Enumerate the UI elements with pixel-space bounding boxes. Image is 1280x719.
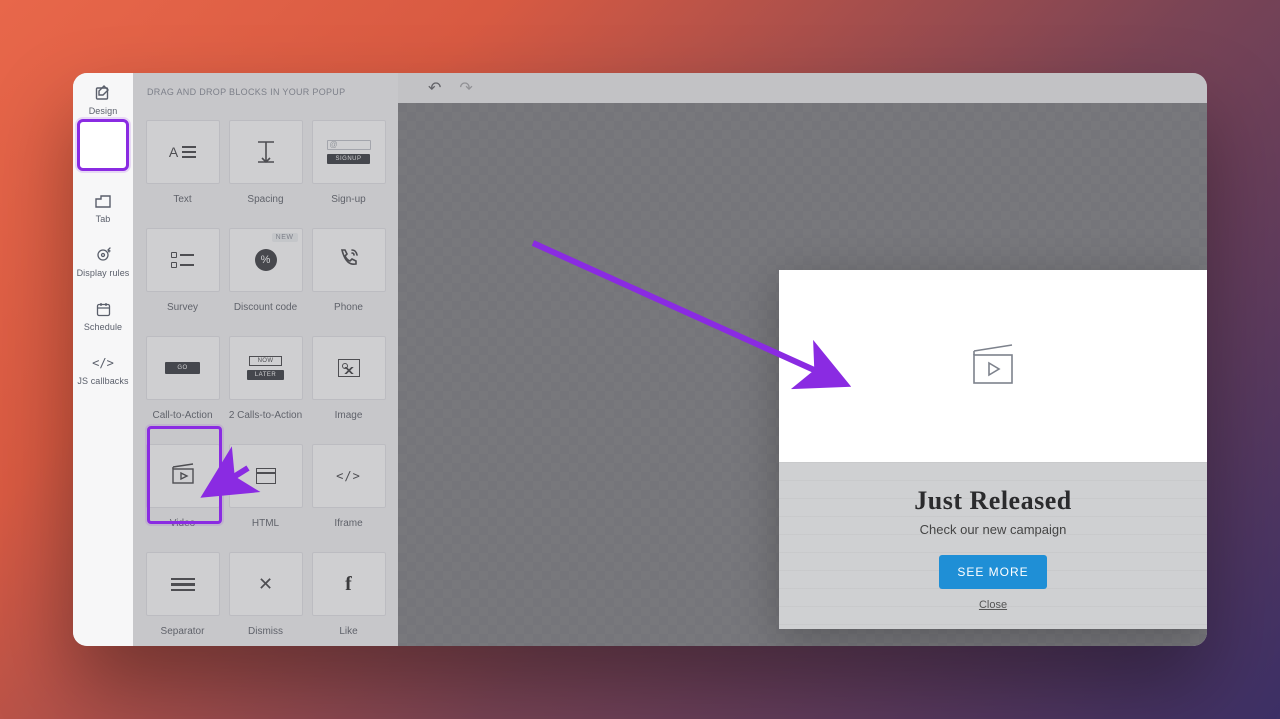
rail-label: Design (89, 106, 118, 116)
rail-label: Blocks (89, 160, 116, 170)
block-dismiss[interactable]: ✕ Dismiss (226, 539, 305, 643)
spacing-icon (256, 140, 276, 164)
block-cta[interactable]: GO Call-to-Action (143, 323, 222, 427)
signup-icon: SIGNUP (327, 140, 371, 164)
popup-heading: Just Released (799, 486, 1187, 516)
block-spacing[interactable]: Spacing (226, 107, 305, 211)
rail-js-callbacks[interactable]: </> JS callbacks (73, 343, 133, 397)
calendar-icon (94, 300, 112, 318)
target-icon (94, 246, 112, 264)
block-label: Video (170, 518, 195, 529)
blocks-grid: A Text Spacing SIGNUP Sign-up (143, 107, 388, 643)
block-text[interactable]: A Text (143, 107, 222, 211)
block-video[interactable]: Video (143, 431, 222, 535)
block-survey[interactable]: Survey (143, 215, 222, 319)
separator-icon (171, 578, 195, 591)
block-label: Sign-up (331, 194, 365, 205)
block-separator[interactable]: Separator (143, 539, 222, 643)
block-label: Text (173, 194, 191, 205)
block-label: Separator (161, 626, 205, 637)
pencil-square-icon (94, 84, 112, 102)
html-icon (256, 468, 276, 484)
rail-tab[interactable]: Tab (73, 181, 133, 235)
block-label: 2 Calls-to-Action (229, 410, 302, 421)
block-html[interactable]: HTML (226, 431, 305, 535)
panel-title: DRAG AND DROP BLOCKS IN YOUR POPUP (143, 83, 388, 107)
rail-design[interactable]: Design (73, 73, 133, 127)
rail-display-rules[interactable]: Display rules (73, 235, 133, 289)
phone-icon (338, 247, 360, 274)
popup-close-link[interactable]: Close (799, 599, 1187, 611)
popup-video-placeholder[interactable] (779, 270, 1207, 462)
popup-cta-button[interactable]: SEE MORE (939, 555, 1046, 589)
block-label: Phone (334, 302, 363, 313)
tab-icon (94, 192, 112, 210)
block-label: Image (335, 410, 363, 421)
rail-schedule[interactable]: Schedule (73, 289, 133, 343)
survey-icon (171, 252, 194, 268)
block-discount[interactable]: NEW % Discount code (226, 215, 305, 319)
rail-blocks[interactable]: Blocks (73, 127, 133, 181)
block-like[interactable]: f Like (309, 539, 388, 643)
iframe-icon: </> (336, 469, 361, 483)
left-rail: Design Blocks Tab Display rules Schedule (73, 73, 133, 646)
block-label: Dismiss (248, 626, 283, 637)
rail-label: Tab (96, 214, 111, 224)
block-label: Spacing (247, 194, 283, 205)
redo-button[interactable]: ↷ (459, 78, 472, 98)
text-icon: A (169, 144, 196, 160)
image-icon (338, 359, 360, 377)
code-icon: </> (94, 354, 112, 372)
cta-icon: GO (165, 362, 199, 374)
video-icon (968, 343, 1018, 389)
editor-window: Design Blocks Tab Display rules Schedule (73, 73, 1207, 646)
rail-label: Display rules (77, 268, 130, 278)
history-toolbar: ↶ ↷ (398, 73, 473, 103)
block-image[interactable]: Image (309, 323, 388, 427)
block-phone[interactable]: Phone (309, 215, 388, 319)
close-icon: ✕ (258, 574, 273, 595)
blocks-panel: DRAG AND DROP BLOCKS IN YOUR POPUP A Tex… (133, 73, 398, 646)
rail-label: JS callbacks (77, 376, 128, 386)
block-label: HTML (252, 518, 279, 529)
popup-body: Just Released Check our new campaign SEE… (779, 462, 1207, 629)
blocks-icon (94, 138, 112, 156)
block-signup[interactable]: SIGNUP Sign-up (309, 107, 388, 211)
block-label: Survey (167, 302, 198, 313)
block-label: Iframe (334, 518, 362, 529)
popup-subtext: Check our new campaign (799, 522, 1187, 537)
block-label: Like (339, 626, 357, 637)
percent-icon: % (255, 249, 277, 271)
rail-label: Schedule (84, 322, 122, 332)
block-iframe[interactable]: </> Iframe (309, 431, 388, 535)
video-icon (171, 463, 195, 490)
facebook-icon: f (345, 573, 352, 596)
two-cta-icon: NOW LATER (247, 356, 284, 380)
popup-preview[interactable]: Just Released Check our new campaign SEE… (779, 270, 1207, 629)
new-badge: NEW (272, 233, 298, 242)
block-label: Discount code (234, 302, 297, 313)
block-2cta[interactable]: NOW LATER 2 Calls-to-Action (226, 323, 305, 427)
block-label: Call-to-Action (152, 410, 212, 421)
undo-button[interactable]: ↶ (428, 78, 441, 98)
